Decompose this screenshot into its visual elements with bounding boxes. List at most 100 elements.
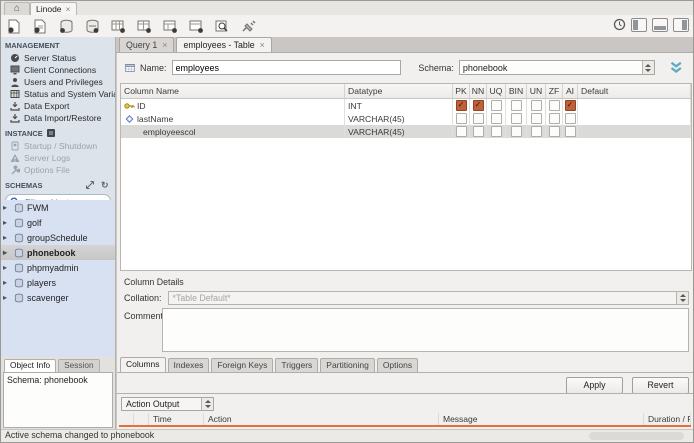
column-row-lastname[interactable]: lastName VARCHAR(45)	[121, 112, 691, 125]
checkbox-ai[interactable]	[564, 126, 576, 137]
open-sql-script-icon[interactable]	[32, 19, 49, 34]
schema-dropdown[interactable]: phonebook	[458, 60, 655, 75]
schema-label: Schema:	[418, 62, 454, 73]
sidebar-item-server-logs[interactable]: Server Logs	[1, 152, 115, 164]
apply-button[interactable]: Apply	[566, 377, 623, 394]
table-name-input[interactable]	[171, 60, 402, 75]
tab-indexes[interactable]: Indexes	[167, 358, 210, 372]
tab-columns[interactable]: Columns	[120, 357, 166, 372]
tab-object-info[interactable]: Object Info	[4, 359, 57, 372]
wrench-icon	[10, 165, 20, 175]
checkbox-pk[interactable]: ✓	[455, 100, 467, 111]
refresh-icon[interactable]	[101, 180, 111, 190]
expand-panel-icon[interactable]	[85, 180, 95, 190]
search-objects-icon[interactable]	[214, 19, 231, 34]
expander-icon[interactable]	[3, 204, 11, 212]
checkbox-pk[interactable]	[455, 113, 467, 124]
new-view-icon[interactable]	[136, 19, 153, 34]
home-tab[interactable]	[4, 2, 30, 15]
checkbox-un[interactable]	[530, 113, 542, 124]
spinner-icon[interactable]	[201, 398, 213, 410]
checkbox-bin[interactable]	[510, 126, 522, 137]
comment-textarea[interactable]	[162, 308, 689, 352]
sidebar-item-users-privileges[interactable]: Users and Privileges	[1, 76, 115, 88]
sidebar-item-startup-shutdown[interactable]: Startup / Shutdown	[1, 140, 115, 152]
tab-session[interactable]: Session	[58, 359, 100, 372]
column-details-title: Column Details	[124, 277, 184, 287]
sidebar-item-system-variables[interactable]: Status and System Variables	[1, 88, 115, 100]
name-label: Name:	[140, 62, 167, 73]
checkbox-un[interactable]	[530, 126, 542, 137]
tab-foreign-keys[interactable]: Foreign Keys	[211, 358, 274, 372]
close-icon[interactable]: ×	[162, 39, 167, 52]
timer-icon[interactable]	[613, 17, 626, 32]
checkbox-bin[interactable]	[510, 113, 522, 124]
export-icon	[10, 101, 20, 111]
sidebar-item-options-file[interactable]: Options File	[1, 164, 115, 176]
spinner-icon[interactable]	[676, 292, 688, 304]
connection-tab-linode[interactable]: Linode ×	[30, 2, 77, 15]
new-database-object-icon[interactable]	[84, 19, 101, 34]
new-sql-tab-icon[interactable]	[6, 19, 23, 34]
expander-icon[interactable]	[3, 294, 11, 302]
sidebar-item-server-status[interactable]: Server Status	[1, 52, 115, 64]
expander-icon[interactable]	[3, 249, 11, 257]
checkbox-zf[interactable]	[548, 100, 560, 111]
sidebar-item-client-connections[interactable]: Client Connections	[1, 64, 115, 76]
collation-dropdown[interactable]: *Table Default*	[167, 291, 689, 305]
action-output-panel: Action Output Time Action Message Durati…	[116, 393, 693, 430]
new-procedure-icon[interactable]	[162, 19, 179, 34]
tab-options[interactable]: Options	[376, 358, 419, 372]
tab-triggers[interactable]: Triggers	[275, 358, 319, 372]
expander-icon[interactable]	[3, 264, 11, 272]
checkbox-zf[interactable]	[548, 113, 560, 124]
checkbox-uq[interactable]	[490, 113, 502, 124]
expander-icon[interactable]	[3, 219, 11, 227]
instance-section-title: INSTANCE	[1, 124, 115, 140]
checkbox-un[interactable]	[530, 100, 542, 111]
new-schema-icon[interactable]	[58, 19, 75, 34]
checkbox-uq[interactable]	[490, 126, 502, 137]
schema-item-fwm[interactable]: FWM	[1, 200, 115, 215]
sidebar-item-data-import[interactable]: Data Import/Restore	[1, 112, 115, 124]
expander-icon[interactable]	[3, 279, 11, 287]
checkbox-nn[interactable]	[472, 126, 484, 137]
checkbox-zf[interactable]	[548, 126, 560, 137]
spinner-icon[interactable]	[641, 61, 654, 74]
reconnect-server-icon[interactable]	[240, 19, 257, 34]
new-table-icon[interactable]	[110, 19, 127, 34]
table-editor: Name: Schema: phonebook Column Name Data…	[116, 53, 693, 395]
import-icon	[10, 113, 20, 123]
new-function-icon[interactable]	[188, 19, 205, 34]
sidebar-item-data-export[interactable]: Data Export	[1, 100, 115, 112]
revert-button[interactable]: Revert	[632, 377, 689, 394]
schema-item-players[interactable]: players	[1, 275, 115, 290]
power-icon	[10, 141, 20, 151]
expander-icon[interactable]	[3, 234, 11, 242]
tab-partitioning[interactable]: Partitioning	[320, 358, 375, 372]
output-selector[interactable]: Action Output	[121, 397, 214, 411]
toggle-bottom-panel-icon[interactable]	[652, 17, 668, 32]
column-row-employeescol[interactable]: employeescol VARCHAR(45)	[121, 125, 691, 138]
schema-item-phpmyadmin[interactable]: phpmyadmin	[1, 260, 115, 275]
close-icon[interactable]: ×	[66, 4, 71, 15]
schema-item-groupschedule[interactable]: groupSchedule	[1, 230, 115, 245]
checkbox-pk[interactable]	[455, 126, 467, 137]
primary-key-icon	[124, 102, 135, 110]
checkbox-uq[interactable]	[490, 100, 502, 111]
column-row-id[interactable]: ID INT ✓ ✓ ✓	[121, 99, 691, 112]
schema-item-scavenger[interactable]: scavenger	[1, 290, 115, 305]
toggle-right-panel-icon[interactable]	[673, 17, 689, 32]
toggle-left-panel-icon[interactable]	[631, 17, 647, 32]
close-icon[interactable]: ×	[260, 39, 265, 52]
checkbox-nn[interactable]	[472, 113, 484, 124]
schema-item-golf[interactable]: golf	[1, 215, 115, 230]
tab-query-1[interactable]: Query 1 ×	[119, 37, 175, 52]
checkbox-bin[interactable]	[510, 100, 522, 111]
tab-employees-table[interactable]: employees - Table ×	[176, 37, 272, 52]
collapse-header-icon[interactable]	[668, 61, 685, 75]
checkbox-ai[interactable]: ✓	[564, 100, 576, 111]
schema-item-phonebook[interactable]: phonebook	[1, 245, 115, 260]
checkbox-nn[interactable]: ✓	[472, 100, 484, 111]
checkbox-ai[interactable]	[564, 113, 576, 124]
